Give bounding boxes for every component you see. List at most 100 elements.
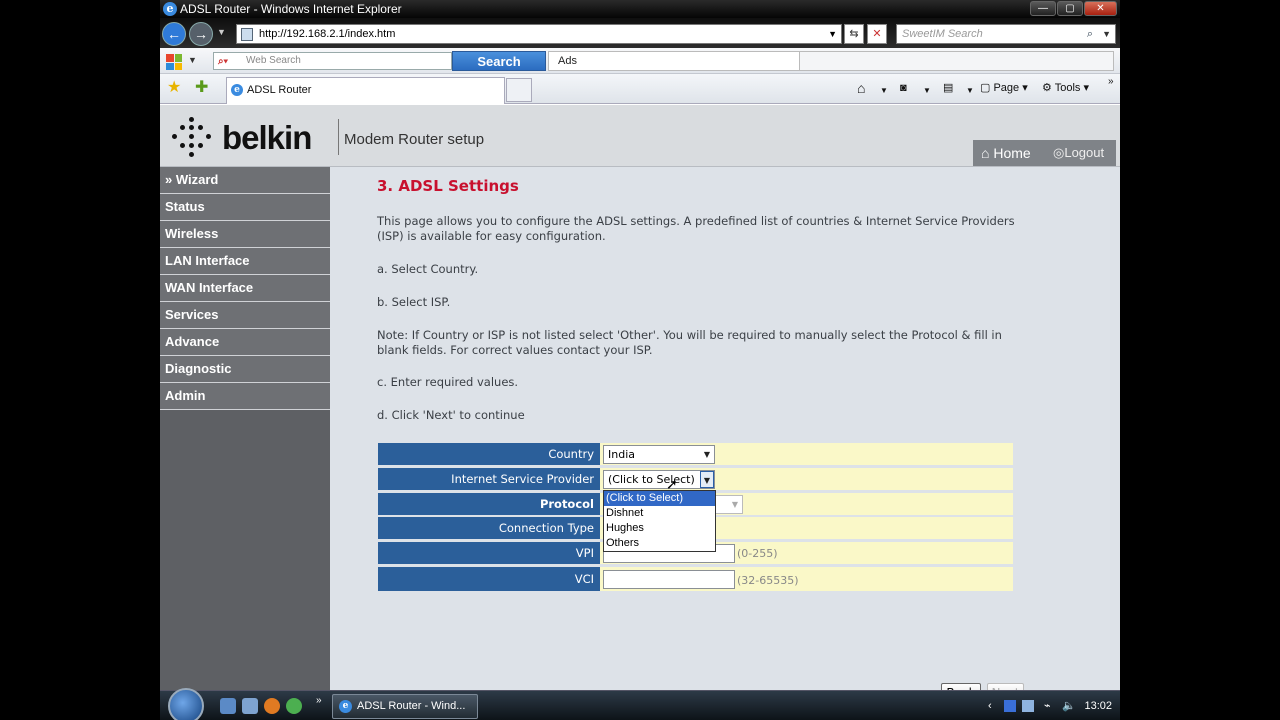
stop-icon: ✕ (872, 28, 882, 40)
print-dropdown-icon[interactable]: ▼ (966, 83, 974, 99)
url-dropdown-icon[interactable]: ▼ (828, 25, 837, 43)
gear-icon: ⚙ (1042, 82, 1055, 94)
firefox-icon[interactable] (264, 698, 280, 714)
history-dropdown-icon[interactable]: ▼ (217, 27, 226, 37)
ads-label[interactable]: Ads (548, 51, 800, 71)
title-bar: e ADSL Router - Windows Internet Explore… (160, 0, 1120, 18)
vci-input[interactable] (603, 570, 735, 589)
sidebar-item-advance[interactable]: Advance (160, 329, 330, 356)
home-icon[interactable]: ⌂ (857, 80, 865, 96)
sidebar-item-services[interactable]: Services (160, 302, 330, 329)
isp-option[interactable]: Hughes (604, 521, 715, 536)
sidebar-item-wizard[interactable]: » Wizard (160, 167, 330, 194)
tab-adsl-router[interactable]: e ADSL Router (226, 77, 505, 104)
taskbar-ie-button[interactable]: e ADSL Router - Wind... (332, 694, 478, 719)
feeds-dropdown-icon[interactable]: ▼ (923, 83, 931, 99)
toolbar-dropdown-icon[interactable]: ▼ (188, 55, 197, 65)
logo-divider (338, 119, 339, 155)
isp-dropdown-list: (Click to Select) Dishnet Hughes Others (603, 490, 716, 552)
clock[interactable]: 13:02 (1084, 694, 1112, 719)
web-search-input[interactable]: ⌕▾ Web Search (213, 52, 452, 70)
quicklaunch-more-icon[interactable]: » (316, 695, 322, 706)
logout-label: Logout (1064, 145, 1105, 160)
search-dropdown-icon[interactable]: ▼ (1102, 25, 1111, 43)
start-button[interactable] (168, 688, 204, 720)
maximize-button[interactable]: ▢ (1057, 1, 1083, 16)
isp-option[interactable]: Others (604, 536, 715, 551)
switch-windows-icon[interactable] (242, 698, 258, 714)
belkin-dots-icon (172, 117, 212, 157)
volume-icon[interactable]: 🔈 (1062, 694, 1076, 719)
chevron-more-icon[interactable]: » (1108, 74, 1114, 90)
tray-app-icon[interactable] (1004, 700, 1016, 712)
url-text: http://192.168.2.1/index.htm (259, 28, 396, 40)
minimize-button[interactable]: — (1030, 1, 1056, 16)
chrome-icon[interactable] (286, 698, 302, 714)
sweetim-search-input[interactable]: SweetIM Search ⌕ ▼ (896, 24, 1116, 44)
tray-expand-icon[interactable]: ‹ (988, 694, 992, 719)
ie-logo-icon: e (163, 2, 177, 16)
country-value: India (608, 448, 635, 461)
power-icon[interactable]: ⌁ (1044, 694, 1051, 719)
tab-label: ADSL Router (247, 84, 312, 96)
isp-label: Internet Service Provider (378, 468, 600, 490)
windows-logo-icon[interactable] (166, 54, 182, 70)
header-actions: ⌂ Home ◎Logout (973, 140, 1116, 166)
window-title: ADSL Router - Windows Internet Explorer (180, 2, 402, 16)
home-label: Home (993, 145, 1031, 161)
network-icon[interactable] (1022, 700, 1034, 712)
refresh-button[interactable]: ⇆ (844, 24, 864, 44)
sidebar-item-wireless[interactable]: Wireless (160, 221, 330, 248)
isp-option[interactable]: (Click to Select) (604, 491, 715, 506)
add-favorites-icon[interactable]: ✚ (195, 79, 208, 97)
home-link[interactable]: ⌂ Home (981, 140, 1031, 166)
vci-hint: (32-65535) (737, 574, 799, 587)
isp-row: Internet Service Provider (Click to Sele… (378, 468, 1013, 490)
sidebar-nav: » Wizard Status Wireless LAN Interface W… (160, 167, 330, 690)
sidebar-item-status[interactable]: Status (160, 194, 330, 221)
refresh-icon: ⇆ (849, 28, 859, 40)
chevron-down-icon: ▼ (731, 500, 739, 509)
ie-tab-icon: e (231, 84, 243, 96)
back-nav-button[interactable]: ← (162, 22, 186, 46)
tools-menu[interactable]: ⚙ Tools ▾ (1042, 80, 1089, 96)
new-tab-button[interactable] (506, 78, 532, 102)
search-icon[interactable]: ⌕ (1087, 25, 1093, 43)
home-dropdown-icon[interactable]: ▼ (880, 83, 888, 99)
address-toolbar: ← → ▼ http://192.168.2.1/index.htm ▼ ⇆ ✕… (160, 18, 1120, 48)
country-label: Country (378, 443, 600, 465)
chevron-down-icon: ▼ (703, 450, 711, 459)
sidebar-item-admin[interactable]: Admin (160, 383, 330, 410)
isp-select[interactable]: (Click to Select) ▼ (603, 470, 715, 489)
mouse-cursor-icon: ➚ (666, 477, 678, 493)
brand-name: belkin (222, 119, 312, 156)
search-button[interactable]: Search (452, 51, 546, 71)
favorites-star-icon[interactable]: ★ (167, 79, 181, 97)
web-page: belkin Modem Router setup ⌂ Home ◎Logout… (160, 105, 1120, 703)
back-arrow-icon: ← (167, 26, 181, 42)
page-menu[interactable]: ▢ Page ▾ (980, 80, 1028, 96)
tab-toolbar: ★ ✚ e ADSL Router ⌂ ▼ ◙ ▼ ▤ ▼ ▢ Page ▾ ⚙… (160, 74, 1120, 104)
sidebar-item-wan-interface[interactable]: WAN Interface (160, 275, 330, 302)
sidebar-item-diagnostic[interactable]: Diagnostic (160, 356, 330, 383)
web-search-placeholder: Web Search (246, 55, 301, 66)
step-c-text: c. Enter required values. (377, 375, 519, 389)
logout-link[interactable]: ◎Logout (1053, 140, 1104, 166)
isp-option[interactable]: Dishnet (604, 506, 715, 521)
show-desktop-icon[interactable] (220, 698, 236, 714)
belkin-logo: belkin (172, 115, 339, 159)
country-select[interactable]: India ▼ (603, 445, 715, 464)
system-tray: ‹ ⌁ 🔈 13:02 (982, 694, 1118, 719)
print-icon[interactable]: ▤ (943, 80, 953, 96)
search-toolbar: ▼ ⌕▾ Web Search Search Ads (160, 48, 1120, 74)
isp-value: (Click to Select) (608, 473, 695, 486)
feeds-icon[interactable]: ◙ (900, 80, 907, 96)
sidebar-item-lan-interface[interactable]: LAN Interface (160, 248, 330, 275)
url-field[interactable]: http://192.168.2.1/index.htm ▼ (236, 24, 842, 44)
forward-nav-button[interactable]: → (189, 22, 213, 46)
step-d-text: d. Click 'Next' to continue (377, 408, 525, 422)
close-button[interactable]: ✕ (1084, 1, 1117, 16)
stop-button[interactable]: ✕ (867, 24, 887, 44)
house-icon: ⌂ (981, 145, 994, 161)
browser-window: e ADSL Router - Windows Internet Explore… (160, 0, 1120, 720)
